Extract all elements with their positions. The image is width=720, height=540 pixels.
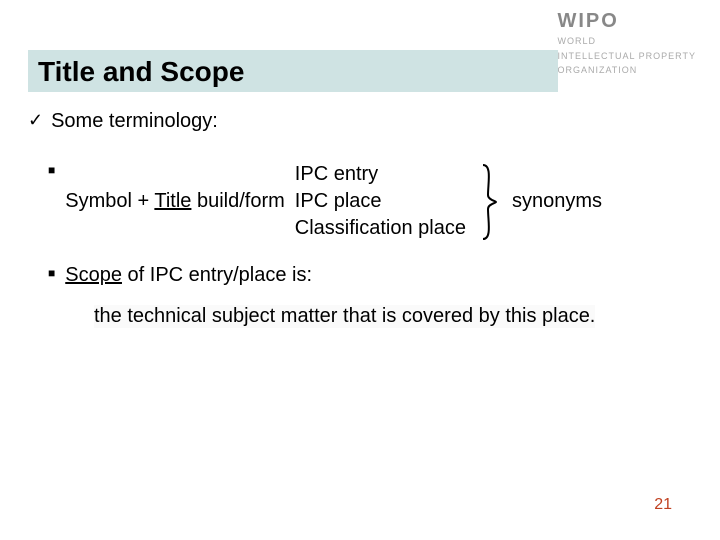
brace-icon: [476, 163, 502, 241]
terminology-row: ✓ Some terminology:: [28, 110, 692, 133]
logo-sub-line2: INTELLECTUAL PROPERTY: [557, 50, 696, 63]
title-bar: Title and Scope: [28, 50, 558, 92]
content: ✓ Some terminology: ■ Symbol + Title bui…: [28, 110, 692, 350]
build-left: Symbol + Title build/form: [65, 190, 285, 213]
square-bullet-icon: ■: [48, 264, 55, 283]
logo-sub-line3: ORGANIZATION: [557, 64, 696, 77]
terminology-label: Some terminology:: [51, 110, 218, 133]
build-title-word: Title: [154, 190, 191, 212]
logo-block: WIPO WORLD INTELLECTUAL PROPERTY ORGANIZ…: [557, 10, 696, 77]
logo-main: WIPO: [557, 10, 696, 33]
scope-word: Scope: [65, 264, 122, 286]
bullet-symbol-title: ■ Symbol + Title build/form IPC entry IP…: [48, 161, 692, 242]
page-title: Title and Scope: [38, 56, 548, 88]
bullet-scope: ■ Scope of IPC entry/place is: the techn…: [48, 264, 692, 328]
build-mid: build/form: [191, 190, 284, 212]
square-bullet-icon: ■: [48, 161, 55, 180]
build-item-2: Classification place: [295, 215, 466, 242]
check-icon: ✓: [28, 110, 43, 132]
page-number: 21: [654, 496, 672, 514]
logo-sub-line1: WORLD: [557, 35, 696, 48]
synonyms-label: synonyms: [512, 190, 602, 213]
scope-definition: the technical subject matter that is cov…: [94, 305, 595, 328]
build-list: IPC entry IPC place Classification place: [295, 161, 466, 242]
build-item-0: IPC entry: [295, 161, 466, 188]
scope-mid: of IPC entry/place is:: [122, 264, 312, 286]
build-prefix: Symbol +: [65, 190, 154, 212]
build-grid: Symbol + Title build/form IPC entry IPC …: [65, 161, 602, 242]
slide: WIPO WORLD INTELLECTUAL PROPERTY ORGANIZ…: [0, 0, 720, 540]
build-item-1: IPC place: [295, 188, 466, 215]
